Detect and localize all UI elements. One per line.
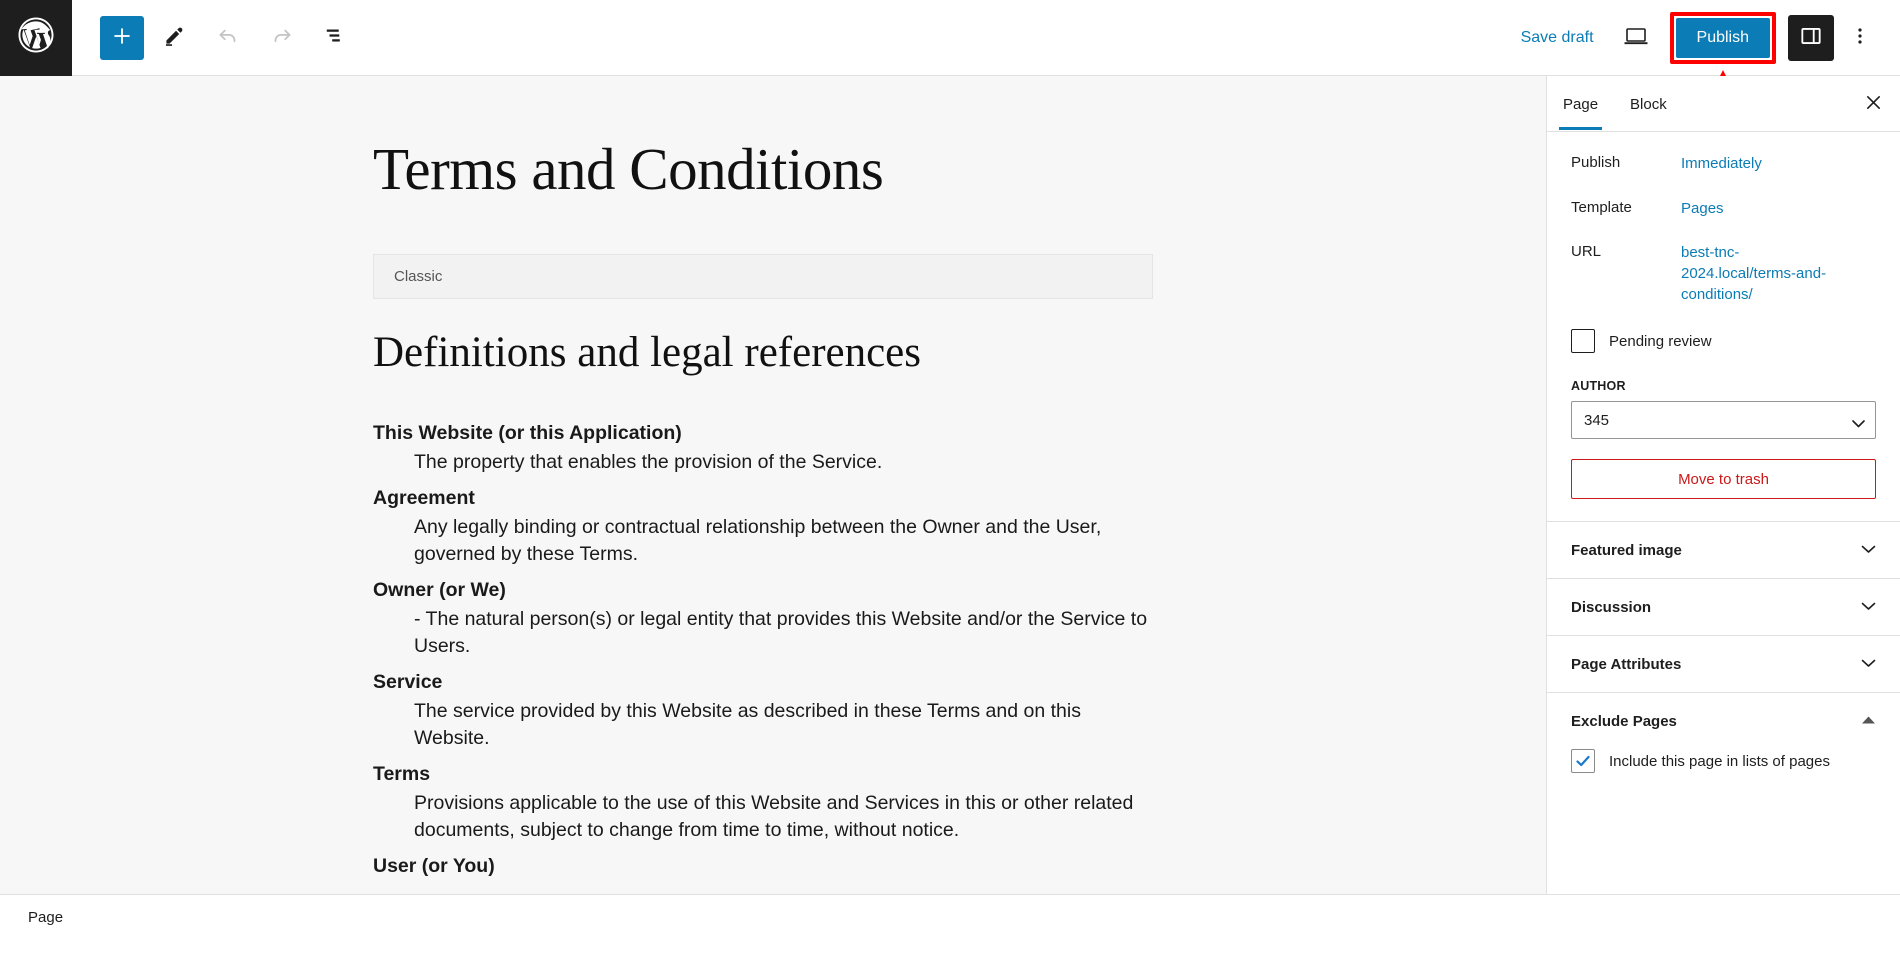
definition-description: The property that enables the provision …: [414, 451, 883, 474]
chevron-down-icon: [1861, 598, 1876, 616]
more-options-button[interactable]: [1838, 15, 1882, 61]
editor-canvas[interactable]: Terms and Conditions Classic Definitions…: [0, 76, 1546, 894]
redo-arrow-icon: [269, 23, 295, 52]
definition-term: User (or You): [373, 855, 495, 878]
panel-discussion: Discussion: [1547, 578, 1900, 635]
panel-exclude-pages-body: Include this page in lists of pages: [1571, 749, 1876, 793]
panel-featured-image-header[interactable]: Featured image: [1571, 522, 1876, 578]
page-title[interactable]: Terms and Conditions: [373, 136, 1153, 204]
definition-description: Provisions applicable to the use of this…: [414, 791, 1134, 842]
panel-discussion-header[interactable]: Discussion: [1571, 579, 1876, 635]
panel-page-attributes: Page Attributes: [1547, 635, 1900, 692]
url-row-label: URL: [1571, 243, 1602, 261]
top-bar-right-tools: Save draft Publish: [1507, 11, 1900, 142]
classic-block-label[interactable]: Classic: [373, 253, 1153, 299]
publish-row-label: Publish: [1571, 154, 1621, 171]
definition-description: The service provided by this Website as …: [414, 699, 1081, 750]
preview-button[interactable]: [1612, 14, 1660, 62]
close-icon: [1864, 93, 1883, 115]
edit-mode-button[interactable]: [150, 14, 198, 62]
three-dots-vertical-icon: [1849, 23, 1871, 52]
publish-row: Publish Immediately: [1571, 154, 1876, 175]
panel-title: Exclude Pages: [1571, 712, 1677, 730]
url-value[interactable]: best-tnc-2024.local/terms-and-conditions…: [1681, 243, 1831, 305]
plus-icon: [109, 23, 135, 52]
wordpress-logo-button[interactable]: [0, 0, 72, 76]
pending-review-label: Pending review: [1609, 332, 1712, 350]
definition-term: Terms: [373, 763, 431, 785]
panel-title: Page Attributes: [1571, 655, 1682, 673]
settings-sidebar-icon: [1798, 23, 1824, 52]
settings-sidebar-toggle[interactable]: [1788, 14, 1834, 61]
chevron-down-icon: [1861, 541, 1876, 559]
definition-term: This Website (or this Application): [373, 422, 682, 445]
definition-term: Owner (or We): [373, 578, 506, 601]
definition-description: - The natural person(s) or legal entity …: [414, 607, 1148, 658]
include-in-lists-label: Include this page in lists of pages: [1609, 752, 1830, 770]
pencil-icon: [161, 23, 187, 52]
definition-term: Agreement: [373, 486, 475, 509]
save-draft-button[interactable]: Save draft: [1507, 21, 1608, 55]
panel-title: Discussion: [1571, 598, 1652, 616]
tab-page[interactable]: Page: [1547, 78, 1614, 130]
move-to-trash-button[interactable]: Move to trash: [1571, 459, 1876, 500]
definition-term: Service: [373, 670, 443, 693]
tab-block[interactable]: Block: [1614, 78, 1683, 129]
pending-review-row[interactable]: Pending review: [1571, 329, 1876, 354]
undo-button[interactable]: [204, 14, 252, 62]
undo-arrow-icon: [215, 23, 241, 52]
settings-body: Publish Immediately Template Pages URL b…: [1547, 132, 1900, 521]
panel-featured-image: Featured image: [1547, 521, 1900, 578]
url-row: URL best-tnc-2024.local/terms-and-condit…: [1571, 243, 1876, 305]
desktop-preview-icon: [1622, 24, 1650, 51]
definition-list[interactable]: This Website (or this Application) The p…: [373, 420, 1153, 880]
author-select-wrapper: 345: [1571, 401, 1876, 440]
document-surface: Terms and Conditions Classic Definitions…: [0, 76, 1546, 894]
settings-tabs: Page Block: [1547, 76, 1900, 132]
document-overview-button[interactable]: [312, 14, 360, 62]
chevron-up-icon: [1861, 712, 1876, 730]
pending-review-checkbox[interactable]: [1571, 329, 1595, 354]
template-value[interactable]: Pages: [1681, 199, 1724, 220]
definition-description: Any legally binding or contractual relat…: [414, 515, 1102, 566]
template-row-label: Template: [1571, 198, 1632, 216]
template-row: Template Pages: [1571, 199, 1876, 220]
author-select[interactable]: 345: [1571, 401, 1876, 440]
panel-title: Featured image: [1571, 541, 1682, 559]
chevron-down-icon: [1861, 655, 1876, 673]
section-heading[interactable]: Definitions and legal references: [373, 327, 1153, 379]
publish-date-value[interactable]: Immediately: [1681, 154, 1762, 175]
panel-page-attributes-header[interactable]: Page Attributes: [1571, 636, 1876, 692]
document-content: Terms and Conditions Classic Definitions…: [373, 136, 1153, 881]
wordpress-logo-icon: [15, 14, 57, 61]
breadcrumb[interactable]: Page: [28, 909, 63, 926]
redo-button[interactable]: [258, 14, 306, 62]
document-overview-icon: [323, 23, 349, 52]
publish-button-wrapper: Publish: [1669, 11, 1776, 142]
settings-sidebar: Page Block Publish Immediately Template …: [1546, 76, 1900, 894]
editor-status-bar: Page: [0, 894, 1900, 963]
author-label: AUTHOR: [1571, 379, 1626, 394]
editor-top-bar: Save draft Publish: [0, 0, 1900, 142]
add-block-button[interactable]: [100, 15, 144, 60]
top-bar-left-tools: [72, 14, 360, 62]
panel-exclude-pages-header[interactable]: Exclude Pages: [1571, 693, 1876, 749]
close-sidebar-button[interactable]: [1852, 83, 1894, 125]
include-in-lists-row[interactable]: Include this page in lists of pages: [1571, 749, 1876, 774]
include-in-lists-checkbox[interactable]: [1571, 749, 1595, 774]
publish-button[interactable]: Publish: [1675, 17, 1770, 58]
panel-exclude-pages: Exclude Pages Include this page in lists…: [1547, 692, 1900, 793]
